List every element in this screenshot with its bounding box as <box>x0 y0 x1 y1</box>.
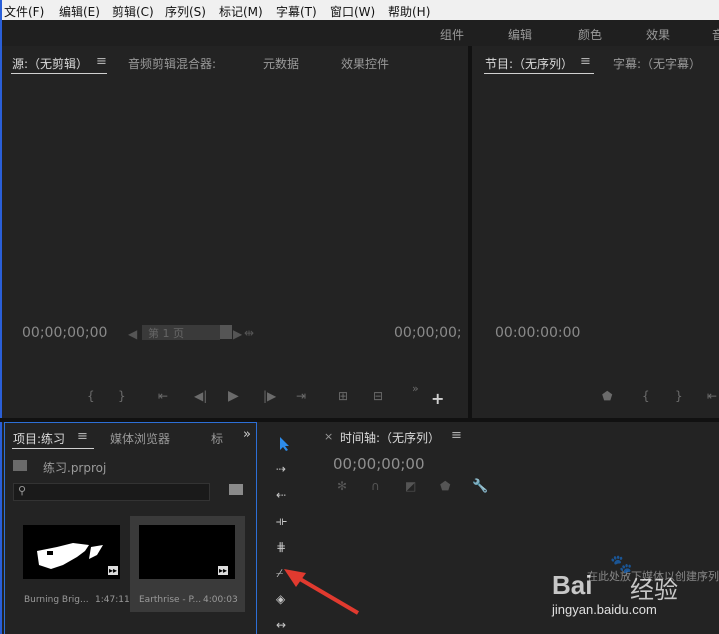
menu-bar: 文件(F) 编辑(E) 剪辑(C) 序列(S) 标记(M) 字幕(T) 窗口(W… <box>0 0 719 20</box>
panel-menu-icon[interactable]: ≡ <box>451 428 462 443</box>
timeline-timecode[interactable]: 00;00;00;00 <box>333 455 425 473</box>
workspace-tab-editing[interactable]: 编辑 <box>508 26 532 43</box>
tab-captions[interactable]: 字幕:（无字幕） <box>613 55 701 72</box>
tab-source[interactable]: 源:（无剪辑） <box>12 55 88 72</box>
rolling-edit-tool-icon[interactable]: ⟛ <box>276 514 287 529</box>
workspace-tab-audio[interactable]: 音 <box>712 26 719 43</box>
clip-name: Burning Brig... <box>24 595 89 605</box>
tab-metadata[interactable]: 元数据 <box>263 55 299 72</box>
close-icon[interactable]: × <box>324 430 333 443</box>
tab-program[interactable]: 节目:（无序列） <box>485 55 573 72</box>
overwrite-icon[interactable]: ⊟ <box>373 389 383 403</box>
add-marker-icon[interactable]: ⬟ <box>602 389 612 403</box>
play-icon[interactable]: ▶ <box>228 388 239 404</box>
go-to-in-icon[interactable]: ⇤ <box>707 389 717 403</box>
step-forward-icon[interactable]: |▶ <box>263 389 276 403</box>
menu-title[interactable]: 字幕(T) <box>276 3 317 20</box>
mark-out-icon[interactable]: } <box>118 389 126 403</box>
tab-underline <box>484 73 594 74</box>
track-select-tool-icon[interactable]: ⇢ <box>276 462 286 476</box>
watermark-logo-text: Bai <box>552 570 593 600</box>
menu-window[interactable]: 窗口(W) <box>330 3 375 20</box>
menu-help[interactable]: 帮助(H) <box>388 3 430 20</box>
tab-effect-controls[interactable]: 效果控件 <box>341 55 389 72</box>
search-icon: ⚲ <box>18 484 27 497</box>
project-panel: 项目:练习 ≡ 媒体浏览器 标 » 练习.prproj ⚲ ▸▸ Burning… <box>4 422 257 634</box>
watermark-url: jingyan.baidu.com <box>552 602 657 617</box>
insert-icon[interactable]: ⊞ <box>338 389 348 403</box>
go-to-in-icon[interactable]: ⇤ <box>158 389 168 403</box>
snap-icon[interactable]: ✻ <box>337 479 347 493</box>
mark-in-icon[interactable]: { <box>87 389 95 403</box>
clip-name: Earthrise - P... <box>139 595 202 605</box>
source-timecode-current[interactable]: 00;00;00;00 <box>22 325 107 341</box>
watermark-logo-text2: 经验 <box>630 576 678 604</box>
workspace-tab-effects[interactable]: 效果 <box>646 26 670 43</box>
workspace-bar: 组件 编辑 颜色 效果 音 <box>0 20 719 46</box>
baidu-watermark: Bai 🐾 经验 jingyan.baidu.com <box>550 554 719 620</box>
mark-in-icon[interactable]: { <box>642 389 650 403</box>
fit-icon[interactable]: ⇹ <box>244 326 254 340</box>
rate-stretch-tool-icon[interactable]: ⋕ <box>276 540 286 554</box>
selection-tool-icon[interactable] <box>278 436 292 452</box>
ripple-edit-tool-icon[interactable]: ⇠ <box>276 488 286 502</box>
add-marker-icon[interactable]: ◩ <box>405 479 416 493</box>
annotation-arrow <box>284 569 360 615</box>
next-page-icon[interactable]: ▶ <box>233 327 242 341</box>
overflow-tabs-icon[interactable]: » <box>243 427 251 442</box>
video-badge-icon: ▸▸ <box>108 566 119 575</box>
clip-thumbnail <box>23 525 120 579</box>
wrench-icon[interactable]: 🔧 <box>472 479 488 494</box>
panel-menu-icon[interactable]: ≡ <box>77 429 88 444</box>
mark-out-icon[interactable]: } <box>675 389 683 403</box>
marker-icon[interactable]: ⬟ <box>440 479 450 493</box>
go-to-out-icon[interactable]: ⇥ <box>296 389 306 403</box>
new-bin-from-search-icon[interactable] <box>229 484 243 495</box>
page-selector[interactable]: 第 1 页 <box>142 325 220 340</box>
tab-underline <box>11 73 107 74</box>
menu-marker[interactable]: 标记(M) <box>219 3 263 20</box>
more-controls-icon[interactable]: » <box>412 382 419 395</box>
menu-file[interactable]: 文件(F) <box>4 3 44 20</box>
project-item[interactable]: ▸▸ Burning Brig... 1:47:11 <box>12 516 130 612</box>
workspace-tab-color[interactable]: 颜色 <box>578 26 602 43</box>
panel-menu-icon[interactable]: ≡ <box>96 54 107 69</box>
program-timecode[interactable]: 00:00:00:00 <box>495 325 580 341</box>
tab-timeline[interactable]: 时间轴:（无序列） <box>340 429 440 446</box>
linked-selection-icon[interactable]: ∩ <box>371 479 380 493</box>
project-bin-icon <box>13 460 27 471</box>
panel-menu-icon[interactable]: ≡ <box>580 54 591 69</box>
slide-tool-icon[interactable]: ↔ <box>276 618 286 632</box>
tab-underline <box>12 448 94 449</box>
source-timecode-duration: 00;00;00; <box>394 325 462 341</box>
project-file-name: 练习.prproj <box>43 461 107 475</box>
step-back-icon[interactable]: ◀| <box>194 389 207 403</box>
window-edge <box>0 20 2 634</box>
add-button-icon[interactable]: + <box>431 389 444 408</box>
menu-sequence[interactable]: 序列(S) <box>165 3 206 20</box>
tab-libraries[interactable]: 标 <box>211 430 223 447</box>
video-badge-icon: ▸▸ <box>218 566 229 575</box>
menu-clip[interactable]: 剪辑(C) <box>112 3 154 20</box>
menu-edit[interactable]: 编辑(E) <box>59 3 100 20</box>
search-field[interactable]: ⚲ <box>13 483 210 501</box>
clip-preview-image <box>37 543 103 569</box>
clip-duration: 4:00:03 <box>203 595 238 605</box>
source-monitor-panel: 源:（无剪辑） ≡ 音频剪辑混合器: 元数据 效果控件 00;00;00;00 … <box>4 48 468 418</box>
workspace-tab-assembly[interactable]: 组件 <box>440 26 464 43</box>
tab-project[interactable]: 项目:练习 <box>13 430 65 447</box>
clip-duration: 1:47:11 <box>95 595 130 605</box>
page-dropdown-icon[interactable] <box>220 325 232 339</box>
tab-media-browser[interactable]: 媒体浏览器 <box>110 430 170 447</box>
project-item[interactable]: ▸▸ Earthrise - P... 4:00:03 <box>130 516 245 612</box>
prev-page-icon[interactable]: ◀ <box>128 327 137 341</box>
program-monitor-panel: 节目:（无序列） ≡ 字幕:（无字幕） 00:00:00:00 ⬟ { } ⇤ <box>472 48 719 418</box>
tab-audio-clip-mixer[interactable]: 音频剪辑混合器: <box>128 55 216 72</box>
